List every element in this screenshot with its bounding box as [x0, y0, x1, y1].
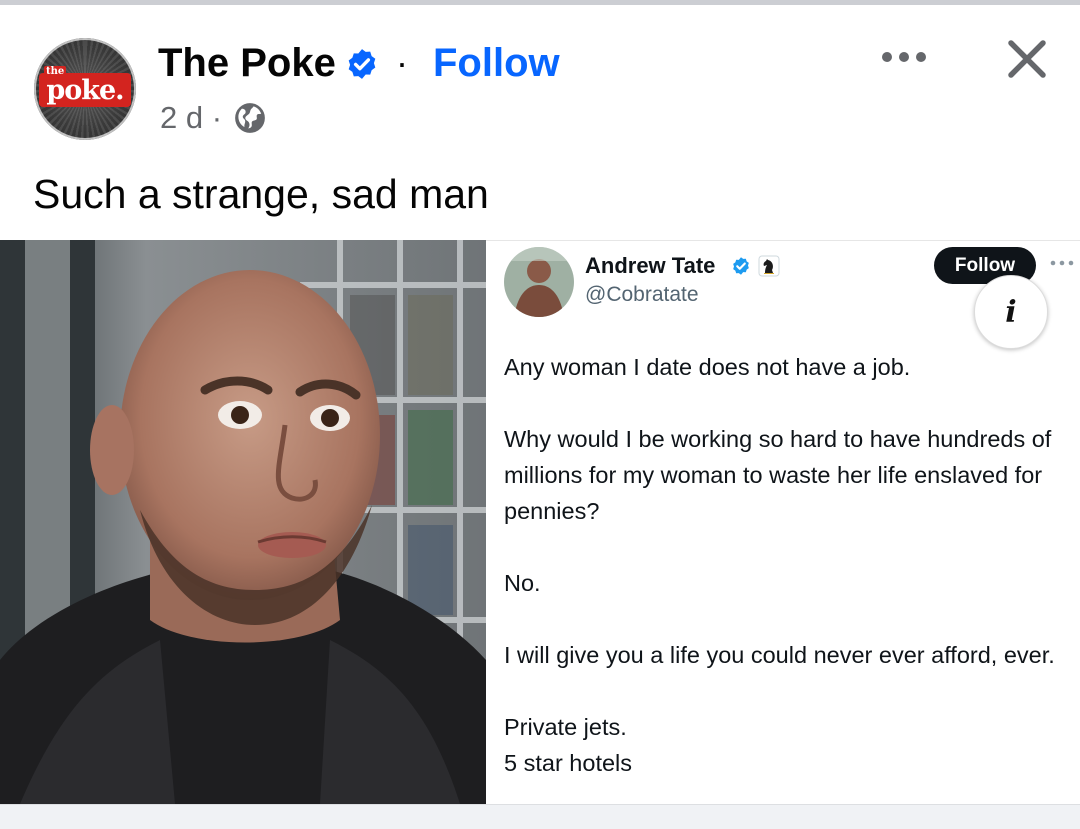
poke-logo: poke.	[39, 73, 131, 107]
tweet-paragraph: Any woman I date does not have a job.	[504, 354, 911, 380]
poke-logo-small: the	[44, 66, 67, 77]
tweet-handle: @Cobratate	[585, 283, 699, 306]
follow-button[interactable]: Follow	[433, 38, 560, 88]
separator-dot: ·	[396, 42, 408, 83]
tweet-avatar	[504, 247, 574, 317]
tweet-paragraph: I will give you a life you could never e…	[504, 642, 1055, 668]
tweet-verified-icon	[733, 257, 749, 275]
tweet-author-name: Andrew Tate	[585, 253, 716, 278]
post-caption: Such a strange, sad man	[33, 171, 489, 217]
embedded-tweet[interactable]: Andrew Tate @Cobratate Follow i Any woma…	[486, 240, 1080, 805]
portrait-illustration	[0, 240, 486, 804]
tweet-body: Any woman I date does not have a job. Wh…	[504, 349, 1076, 781]
tweet-more-icon[interactable]	[1048, 255, 1076, 271]
globe-icon	[235, 103, 265, 133]
info-icon[interactable]: i	[974, 275, 1048, 349]
tweet-paragraph: Why would I be working so hard to have h…	[504, 426, 1052, 524]
verified-badge-icon	[348, 49, 376, 79]
top-divider	[0, 0, 1080, 5]
page-name[interactable]: The Poke	[158, 38, 336, 88]
chess-knight-icon	[758, 255, 780, 277]
post-timestamp[interactable]: 2 d ·	[160, 98, 222, 138]
page-avatar[interactable]: poke. the	[34, 38, 136, 140]
post-photo[interactable]	[0, 240, 486, 804]
tweet-paragraph: No.	[504, 570, 541, 596]
close-icon[interactable]	[1004, 36, 1050, 82]
more-options-icon[interactable]	[878, 42, 930, 72]
tweet-paragraph: 5 star hotels	[504, 750, 633, 776]
bottom-bar	[0, 804, 1080, 829]
tweet-paragraph: Private jets.	[504, 714, 627, 740]
